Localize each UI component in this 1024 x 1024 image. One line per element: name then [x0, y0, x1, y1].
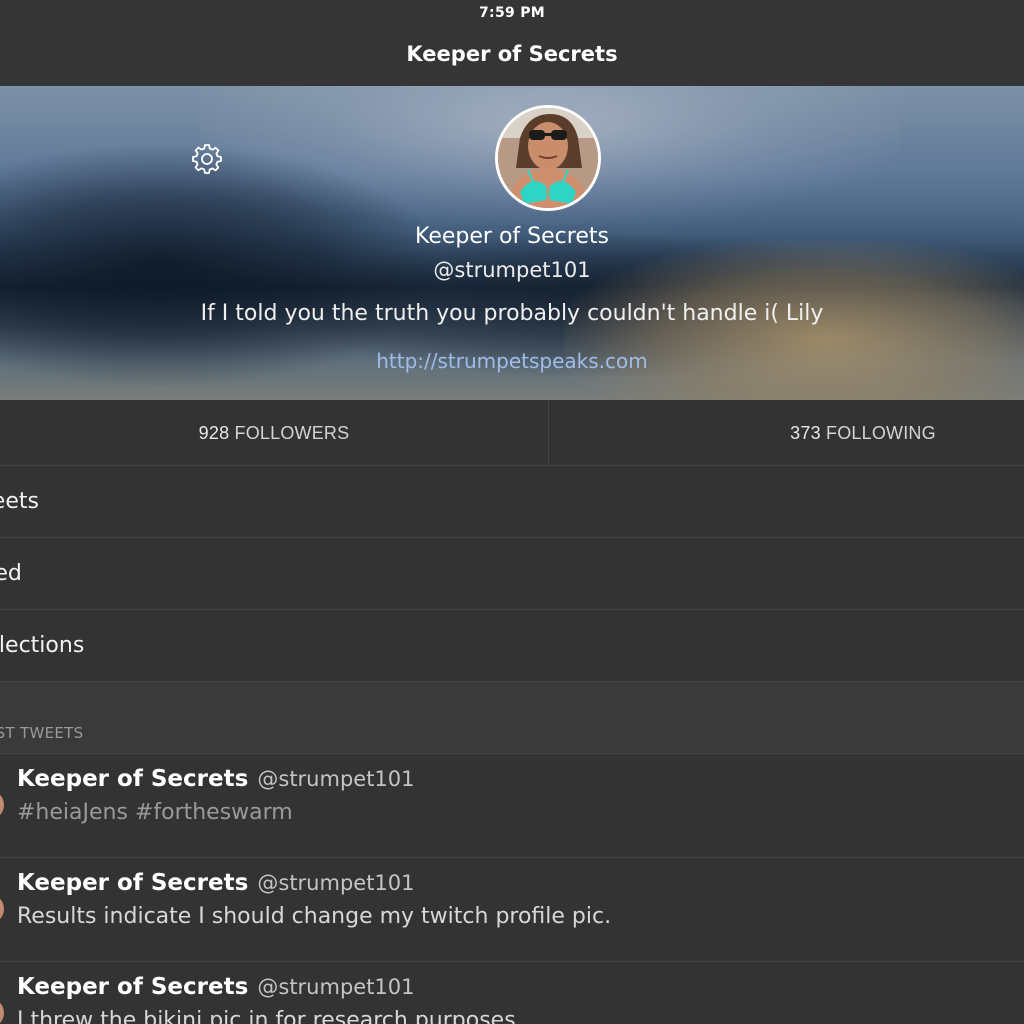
profile-header-banner: Keeper of Secrets @strumpet101 If I told… [0, 86, 1024, 400]
section-spacer [0, 682, 1024, 716]
followers-button[interactable]: 928 FOLLOWERS [0, 400, 548, 466]
tweet-header: Keeper of Secrets @strumpet101 [17, 766, 415, 792]
tweet-author-name: Keeper of Secrets [17, 766, 249, 792]
tweet-row[interactable]: Keeper of Secrets @strumpet101 #heiaJens… [0, 754, 1024, 858]
following-button[interactable]: 373 FOLLOWING [549, 400, 1024, 466]
followers-label: FOLLOWERS [234, 423, 350, 443]
tweet-text: Results indicate I should change my twit… [17, 904, 612, 929]
tweet-avatar[interactable] [0, 998, 4, 1024]
profile-name: Keeper of Secrets [415, 224, 609, 249]
tweet-row[interactable]: Keeper of Secrets @strumpet101 I threw t… [0, 962, 1024, 1024]
tweet-author-handle: @strumpet101 [257, 767, 415, 791]
tweet-author-handle: @strumpet101 [257, 871, 415, 895]
menu-item-label: Liked [0, 561, 22, 586]
tweet-text: I threw the bikini pic in for research p… [17, 1008, 516, 1024]
menu-item-label: Collections [0, 633, 85, 658]
profile-handle: @strumpet101 [433, 258, 591, 282]
tweet-header: Keeper of Secrets @strumpet101 [17, 870, 415, 896]
profile-stats: 928 FOLLOWERS 373 FOLLOWING [0, 400, 1024, 466]
tweet-author-name: Keeper of Secrets [17, 870, 249, 896]
profile-avatar[interactable] [495, 105, 601, 211]
tweet-author-handle: @strumpet101 [257, 975, 415, 999]
status-bar-time: 7:59 PM [479, 5, 545, 21]
section-label: LATEST TWEETS [0, 724, 84, 742]
profile-bio: If I told you the truth you probably cou… [200, 301, 824, 326]
navigation-bar: 7:59 PM Keeper of Secrets [0, 0, 1024, 86]
tweet-header: Keeper of Secrets @strumpet101 [17, 974, 415, 1000]
menu-item-label: Tweets [0, 489, 39, 514]
profile-screen: 7:59 PM Keeper of Secrets Keeper of Secr… [0, 0, 1024, 1024]
menu-item-collections[interactable]: Collections [0, 610, 1024, 682]
profile-website-link[interactable]: http://strumpetspeaks.com [0, 349, 1024, 373]
tweet-avatar[interactable] [0, 894, 4, 924]
tweet-row[interactable]: Keeper of Secrets @strumpet101 Results i… [0, 858, 1024, 962]
following-count: 373 [790, 423, 821, 443]
tweet-text: #heiaJens #fortheswarm [17, 800, 293, 825]
nav-title: Keeper of Secrets [406, 42, 618, 66]
gear-icon[interactable] [190, 142, 224, 176]
section-header: LATEST TWEETS [0, 716, 1024, 754]
following-label: FOLLOWING [826, 423, 936, 443]
followers-count: 928 [198, 423, 230, 443]
tweet-avatar[interactable] [0, 790, 4, 820]
tweet-author-name: Keeper of Secrets [17, 974, 249, 1000]
menu-item-tweets[interactable]: Tweets [0, 466, 1024, 538]
menu-item-liked[interactable]: Liked [0, 538, 1024, 610]
